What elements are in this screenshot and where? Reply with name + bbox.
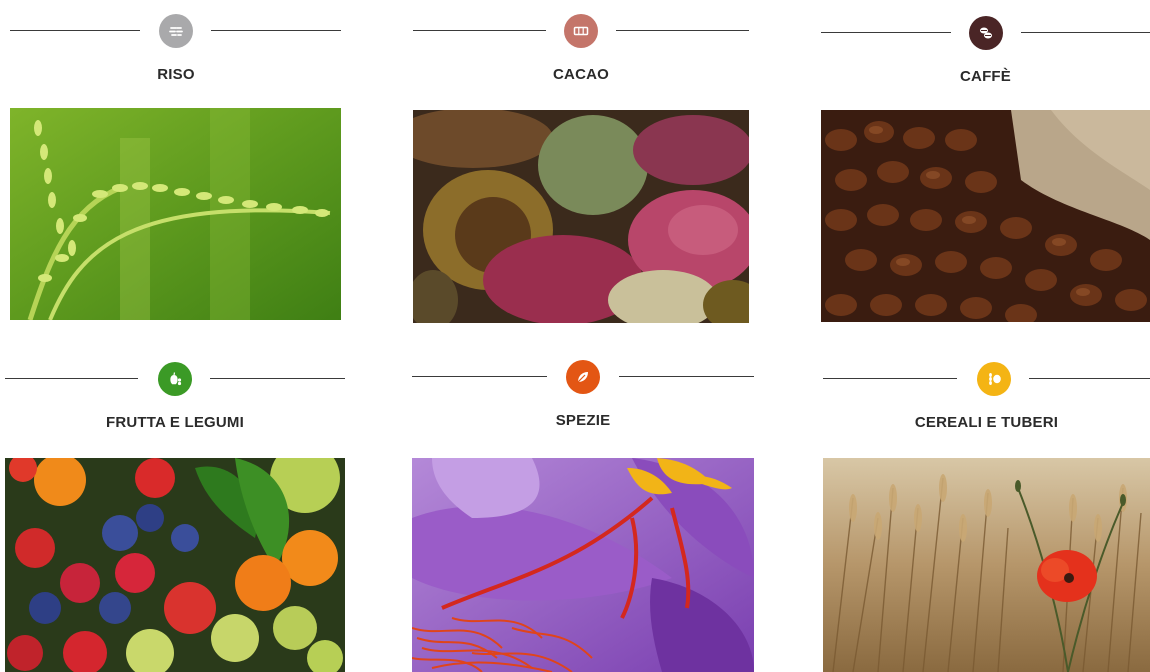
category-card-caffe[interactable]: CAFFÈ: [821, 16, 1150, 324]
category-title[interactable]: CACAO: [413, 66, 749, 83]
category-card-spezie[interactable]: SPEZIE: [412, 360, 754, 672]
divider-line: [5, 378, 138, 379]
leaf-icon: [566, 360, 600, 394]
category-card-riso[interactable]: RISO: [10, 14, 342, 322]
cocoa-pods-photo[interactable]: [413, 110, 749, 323]
divider-line: [10, 30, 140, 31]
divider-line: [412, 376, 547, 377]
wheat-field-poppy-photo[interactable]: [823, 458, 1150, 672]
coffee-beans-photo[interactable]: [821, 110, 1150, 322]
category-card-frutta-e-legumi[interactable]: FRUTTA E LEGUMI: [5, 362, 345, 672]
category-title[interactable]: RISO: [10, 66, 342, 83]
category-card-cacao[interactable]: CACAO: [413, 14, 749, 324]
divider-line: [211, 30, 341, 31]
category-header: [412, 360, 754, 394]
fruit-icon: [158, 362, 192, 396]
divider-line: [619, 376, 754, 377]
rice-icon: [159, 14, 193, 48]
category-card-cereali-e-tuberi[interactable]: CEREALI E TUBERI: [823, 362, 1150, 672]
category-header: [821, 16, 1150, 50]
category-title[interactable]: FRUTTA E LEGUMI: [5, 414, 345, 431]
divider-line: [821, 32, 951, 33]
category-title[interactable]: CEREALI E TUBERI: [823, 414, 1150, 431]
divider-line: [1021, 32, 1150, 33]
divider-line: [1029, 378, 1150, 379]
divider-line: [823, 378, 957, 379]
category-header: [10, 14, 342, 48]
grain-icon: [977, 362, 1011, 396]
category-header: [413, 14, 749, 48]
divider-line: [210, 378, 345, 379]
category-header: [5, 362, 345, 396]
category-title[interactable]: CAFFÈ: [821, 68, 1150, 85]
divider-line: [413, 30, 546, 31]
saffron-flower-photo[interactable]: [412, 458, 754, 672]
category-title[interactable]: SPEZIE: [412, 412, 754, 429]
divider-line: [616, 30, 749, 31]
category-header: [823, 362, 1150, 396]
coffee-beans-icon: [969, 16, 1003, 50]
mixed-fruit-photo[interactable]: [5, 458, 345, 672]
rice-plant-photo[interactable]: [10, 108, 341, 320]
cocoa-bar-icon: [564, 14, 598, 48]
